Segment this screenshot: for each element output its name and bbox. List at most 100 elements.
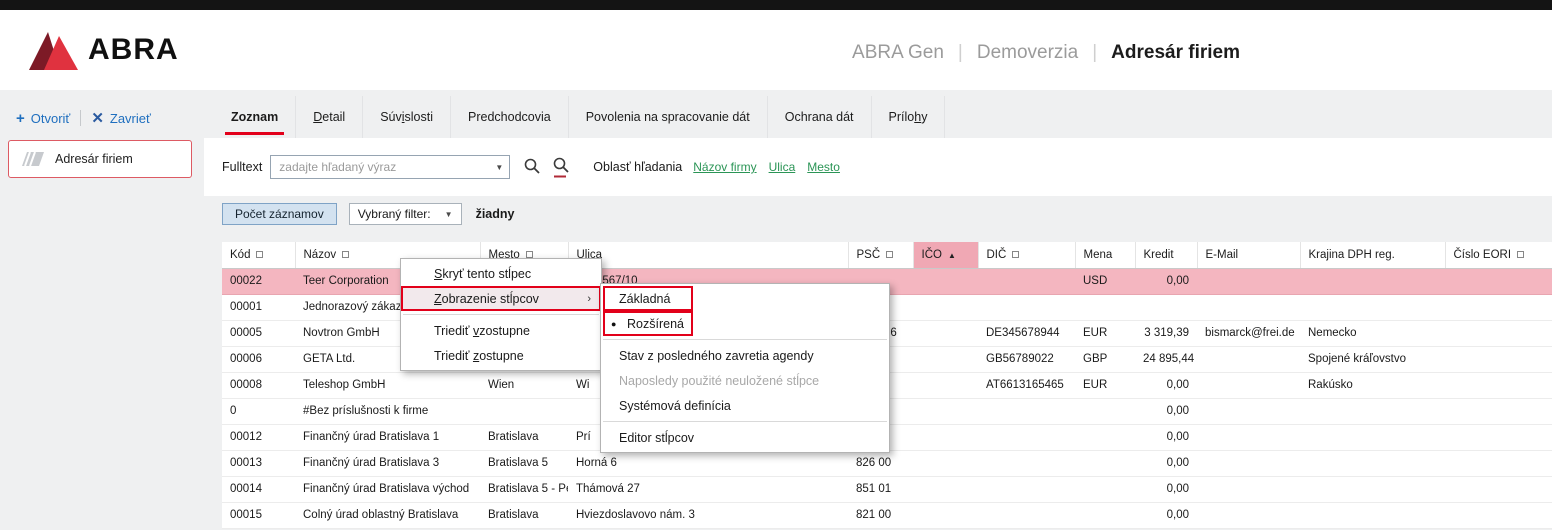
submenu-item-rozsirena[interactable]: ● Rozšírená bbox=[601, 311, 889, 336]
cell-kod: 00013 bbox=[222, 450, 295, 476]
submenu-item-systemova-definicia[interactable]: Systémová definícia bbox=[601, 393, 889, 418]
scope-link-mesto[interactable]: Mesto bbox=[807, 160, 840, 174]
filter-square-icon bbox=[886, 251, 893, 258]
cell-dic bbox=[978, 450, 1075, 476]
cell-nazov: Finančný úrad Bratislava 3 bbox=[295, 450, 480, 476]
cell-krajina bbox=[1300, 294, 1445, 320]
crumb-separator: | bbox=[1092, 42, 1097, 64]
cell-email bbox=[1197, 502, 1300, 528]
filter-square-icon bbox=[1517, 251, 1524, 258]
cell-ico bbox=[913, 372, 978, 398]
cell-eori bbox=[1445, 320, 1552, 346]
agenda-icon bbox=[21, 150, 45, 168]
cell-krajina bbox=[1300, 424, 1445, 450]
cell-mena bbox=[1075, 502, 1135, 528]
tab-zoznam[interactable]: Zoznam bbox=[214, 96, 296, 138]
sort-ascending-icon: ▲ bbox=[948, 251, 956, 260]
submenu-item-zakladna[interactable]: Základná bbox=[601, 286, 889, 311]
filter-dropdown-label: Vybraný filter: bbox=[358, 207, 431, 221]
tab-ochrana-dat[interactable]: Ochrana dát bbox=[768, 96, 872, 138]
cell-kredit: 0,00 bbox=[1135, 476, 1197, 502]
cell-mena bbox=[1075, 476, 1135, 502]
scope-link-ulica[interactable]: Ulica bbox=[769, 160, 796, 174]
submenu-item-editor-stlpcov[interactable]: Editor stĺpcov bbox=[601, 425, 889, 450]
cell-dic bbox=[978, 476, 1075, 502]
column-header-ulica[interactable]: Ulica bbox=[568, 242, 848, 268]
cell-kod: 00005 bbox=[222, 320, 295, 346]
cell-mesto: Bratislava bbox=[480, 424, 568, 450]
selected-filter-value: žiadny bbox=[476, 207, 515, 221]
cell-kredit bbox=[1135, 294, 1197, 320]
cell-ico bbox=[913, 476, 978, 502]
menu-separator bbox=[603, 421, 887, 422]
filter-dropdown[interactable]: Vybraný filter: ▼ bbox=[349, 203, 462, 225]
close-button-label: Zavrieť bbox=[110, 111, 151, 126]
tab-predchodcovia[interactable]: Predchodcovia bbox=[451, 96, 569, 138]
close-icon: ✕ bbox=[91, 109, 104, 127]
fulltext-search-button[interactable] bbox=[551, 156, 571, 178]
fulltext-input[interactable] bbox=[271, 156, 509, 178]
table-row[interactable]: 00015Colný úrad oblastný BratislavaBrati… bbox=[222, 502, 1552, 528]
breadcrumb: ABRA Gen | Demoverzia | Adresár firiem bbox=[852, 42, 1240, 64]
menu-item-skryt-stlpec[interactable]: Skryť tento stĺpec bbox=[401, 261, 601, 286]
logo-text: ABRA bbox=[88, 33, 179, 67]
scope-link-nazov-firmy[interactable]: Názov firmy bbox=[693, 160, 756, 174]
cell-kredit: 0,00 bbox=[1135, 268, 1197, 294]
tab-prilohy[interactable]: Prílohy bbox=[872, 96, 946, 138]
abra-logo-icon bbox=[26, 28, 80, 72]
filter-square-icon bbox=[342, 251, 349, 258]
cell-ico bbox=[913, 424, 978, 450]
page-title: Adresár firiem bbox=[1111, 42, 1240, 64]
column-header-kredit[interactable]: Kredit bbox=[1135, 242, 1197, 268]
cell-dic: DE345678944 bbox=[978, 320, 1075, 346]
column-context-menu: Skryť tento stĺpec Zobrazenie stĺpcov › … bbox=[400, 258, 602, 371]
column-header-cislo-eori[interactable]: Číslo EORI bbox=[1445, 242, 1552, 268]
cell-kredit: 0,00 bbox=[1135, 450, 1197, 476]
column-header-email[interactable]: E-Mail bbox=[1197, 242, 1300, 268]
column-header-kod[interactable]: Kód bbox=[222, 242, 295, 268]
menu-item-triedit-zostupne[interactable]: Triediť zostupne bbox=[401, 343, 601, 368]
column-header-mena[interactable]: Mena bbox=[1075, 242, 1135, 268]
cell-mena bbox=[1075, 398, 1135, 424]
cell-mena: EUR bbox=[1075, 372, 1135, 398]
column-header-dic[interactable]: DIČ bbox=[978, 242, 1075, 268]
table-row[interactable]: 00014Finančný úrad Bratislava východBrat… bbox=[222, 476, 1552, 502]
sidebar-item-adresar-firiem[interactable]: Adresár firiem bbox=[8, 140, 192, 178]
cell-email bbox=[1197, 398, 1300, 424]
cell-kredit: 0,00 bbox=[1135, 424, 1197, 450]
cell-dic bbox=[978, 502, 1075, 528]
submenu-item-stav-z-posledneho-zavretia[interactable]: Stav z posledného zavretia agendy bbox=[601, 343, 889, 368]
close-button[interactable]: ✕ Zavrieť bbox=[91, 109, 151, 127]
cell-mesto: Bratislava bbox=[480, 502, 568, 528]
tab-detail[interactable]: Detail bbox=[296, 96, 363, 138]
search-button[interactable] bbox=[522, 157, 542, 177]
fulltext-combo: ▼ bbox=[270, 155, 510, 179]
column-header-ico[interactable]: IČO▲ bbox=[913, 242, 978, 268]
radio-selected-icon: ● bbox=[611, 319, 616, 329]
column-header-psc[interactable]: PSČ bbox=[848, 242, 913, 268]
cell-mesto: Bratislava 5 bbox=[480, 450, 568, 476]
submenu-arrow-icon: › bbox=[587, 293, 591, 305]
columns-display-submenu: Základná ● Rozšírená Stav z posledného z… bbox=[600, 283, 890, 453]
cell-nazov: #Bez príslušnosti k firme bbox=[295, 398, 480, 424]
search-scope-label: Oblasť hľadania bbox=[593, 160, 682, 174]
edition-name: Demoverzia bbox=[977, 42, 1078, 64]
menu-item-triedit-vzostupne[interactable]: Triediť vzostupne bbox=[401, 318, 601, 343]
cell-ulica: Thámová 27 bbox=[568, 476, 848, 502]
menu-item-zobrazenie-stlpcov[interactable]: Zobrazenie stĺpcov › bbox=[401, 286, 601, 311]
cell-nazov: Teleshop GmbH bbox=[295, 372, 480, 398]
cell-dic bbox=[978, 424, 1075, 450]
table-row[interactable]: 00013Finančný úrad Bratislava 3Bratislav… bbox=[222, 450, 1552, 476]
tab-povolenia[interactable]: Povolenia na spracovanie dát bbox=[569, 96, 768, 138]
cell-kredit: 0,00 bbox=[1135, 398, 1197, 424]
cell-ulica: Horná 6 bbox=[568, 450, 848, 476]
sidebar-item-label: Adresár firiem bbox=[55, 152, 133, 166]
column-header-krajina-dph[interactable]: Krajina DPH reg. bbox=[1300, 242, 1445, 268]
open-button[interactable]: + Otvoriť bbox=[16, 110, 70, 127]
cell-nazov: Colný úrad oblastný Bratislava bbox=[295, 502, 480, 528]
cell-nazov: Finančný úrad Bratislava 1 bbox=[295, 424, 480, 450]
record-count-button[interactable]: Počet záznamov bbox=[222, 203, 337, 225]
search-scope-links: Názov firmy Ulica Mesto bbox=[693, 160, 840, 174]
tab-suvislosti[interactable]: Súvislosti bbox=[363, 96, 451, 138]
cell-kod: 00006 bbox=[222, 346, 295, 372]
